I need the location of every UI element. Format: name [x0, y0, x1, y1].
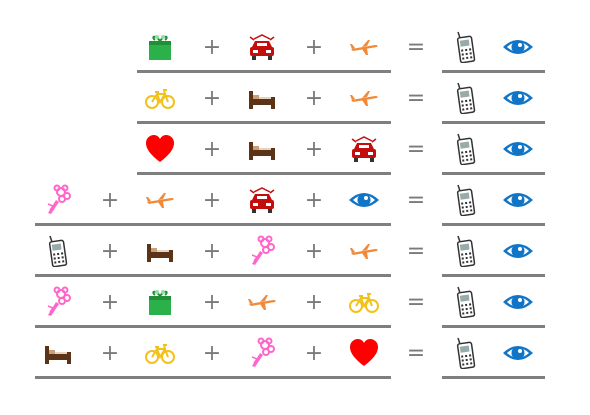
lhs-underline [137, 70, 391, 73]
equation-puzzle: + + = + + = + + = + + + = + + + = + + + … [0, 0, 590, 415]
plus-sign: + [100, 187, 120, 213]
plane-icon [341, 24, 387, 70]
car-icon [239, 177, 285, 223]
plus-sign: + [202, 340, 222, 366]
rhs-underline [442, 274, 545, 277]
plus-sign: + [202, 34, 222, 60]
phone-icon [35, 228, 81, 274]
bike-icon [137, 75, 183, 121]
heart-icon [137, 126, 183, 172]
bouquet-icon [35, 279, 81, 325]
equals-sign: = [406, 34, 426, 60]
plus-sign: + [304, 340, 324, 366]
phone-icon [443, 177, 489, 223]
equation-row: + + + = [0, 330, 590, 381]
lhs-underline [137, 121, 391, 124]
plus-sign: + [304, 136, 324, 162]
rhs-underline [442, 172, 545, 175]
equation-row: + + + = [0, 177, 590, 228]
plane-icon [239, 279, 285, 325]
phone-icon [443, 330, 489, 376]
bike-icon [341, 279, 387, 325]
heart-icon [341, 330, 387, 376]
rhs-underline [442, 325, 545, 328]
plane-icon [137, 177, 183, 223]
bed-icon [239, 75, 285, 121]
equation-row: + + = [0, 126, 590, 177]
plus-sign: + [202, 187, 222, 213]
lhs-underline [137, 172, 391, 175]
gift-icon [137, 279, 183, 325]
eye-icon [341, 177, 387, 223]
bed-icon [239, 126, 285, 172]
car-icon [341, 126, 387, 172]
equals-sign: = [406, 340, 426, 366]
phone-icon [443, 75, 489, 121]
plus-sign: + [202, 85, 222, 111]
plus-sign: + [304, 85, 324, 111]
plane-icon [341, 75, 387, 121]
equals-sign: = [406, 85, 426, 111]
lhs-underline [35, 274, 391, 277]
plus-sign: + [304, 187, 324, 213]
rhs-underline [442, 121, 545, 124]
eye-icon [495, 330, 541, 376]
eye-icon [495, 126, 541, 172]
equals-sign: = [406, 289, 426, 315]
phone-icon [443, 279, 489, 325]
plus-sign: + [202, 238, 222, 264]
bouquet-icon [239, 330, 285, 376]
plus-sign: + [100, 289, 120, 315]
eye-icon [495, 228, 541, 274]
rhs-underline [442, 376, 545, 379]
bed-icon [35, 330, 81, 376]
eye-icon [495, 177, 541, 223]
phone-icon [443, 126, 489, 172]
plane-icon [341, 228, 387, 274]
plus-sign: + [100, 340, 120, 366]
plus-sign: + [100, 238, 120, 264]
car-icon [239, 24, 285, 70]
equals-sign: = [406, 238, 426, 264]
rhs-underline [442, 223, 545, 226]
lhs-underline [35, 223, 391, 226]
eye-icon [495, 279, 541, 325]
equation-row: + + = [0, 75, 590, 126]
plus-sign: + [202, 289, 222, 315]
equation-row: + + + = [0, 279, 590, 330]
bouquet-icon [35, 177, 81, 223]
phone-icon [443, 24, 489, 70]
bike-icon [137, 330, 183, 376]
lhs-underline [35, 325, 391, 328]
eye-icon [495, 24, 541, 70]
plus-sign: + [202, 136, 222, 162]
bed-icon [137, 228, 183, 274]
phone-icon [443, 228, 489, 274]
plus-sign: + [304, 238, 324, 264]
eye-icon [495, 75, 541, 121]
gift-icon [137, 24, 183, 70]
equation-row: + + + = [0, 228, 590, 279]
plus-sign: + [304, 289, 324, 315]
equation-row: + + = [0, 24, 590, 75]
plus-sign: + [304, 34, 324, 60]
rhs-underline [442, 70, 545, 73]
lhs-underline [35, 376, 391, 379]
bouquet-icon [239, 228, 285, 274]
equals-sign: = [406, 136, 426, 162]
equals-sign: = [406, 187, 426, 213]
